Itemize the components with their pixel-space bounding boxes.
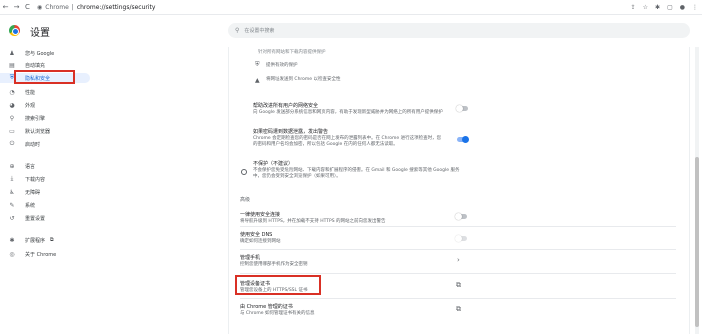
globe-icon: ⊕ xyxy=(9,162,15,170)
site-label: Chrome xyxy=(45,3,69,11)
improve-security-item: 帮助改进所有用户的网络安全 向 Google 发送部分系统信息和网页内容，有助于… xyxy=(253,103,443,115)
sidebar-item-accessibility[interactable]: ♿ 无障碍 xyxy=(0,187,90,197)
no-protection-option[interactable]: 不保护（不建议） 不会保护您免受危险网站、下载内容和扩展程序的侵害。在 Gmai… xyxy=(253,160,468,179)
protection-check-icon: ⛨ xyxy=(255,61,260,68)
sidebar: ♟ 您与 Google ▤ 自动填充 ⛨ 隐私和安全 ◔ 性能 ◕ 外观 ⚲ 搜索引擎 ▭ 默… xyxy=(0,47,100,334)
protection-bullet: 提供有效的保护 xyxy=(266,63,298,68)
menu-kebab-icon[interactable]: ⋮ xyxy=(692,4,698,11)
wrench-icon: ✎ xyxy=(9,201,15,209)
share-icon[interactable]: ⇪ xyxy=(631,4,636,11)
sidebar-item-autofill[interactable]: ▤ 自动填充 xyxy=(0,60,90,70)
sidebar-item-appearance[interactable]: ◕ 外观 xyxy=(0,100,90,110)
reload-button[interactable]: C xyxy=(22,3,33,11)
sidebar-item-search-engine[interactable]: ⚲ 搜索引擎 xyxy=(0,113,90,123)
scrollbar-thumb[interactable] xyxy=(695,157,699,327)
person-icon: ♟ xyxy=(9,49,15,57)
advanced-heading: 高级 xyxy=(240,197,251,203)
sidebar-item-system[interactable]: ✎ 系统 xyxy=(0,200,90,210)
external-link-icon: ⧉ xyxy=(50,237,54,243)
search-placeholder: 在设置中搜索 xyxy=(244,28,275,34)
browser-toolbar: ← → C ◉ Chrome | chrome://settings/secur… xyxy=(0,0,702,15)
palette-icon: ◕ xyxy=(9,101,15,109)
secure-dns-item: 使用安全 DNS 确定如何连接到网站 xyxy=(240,232,281,244)
https-only-item: 一律使用安全连接 将导航升级到 HTTPS，并在加载不支持 HTTPS 的网站之… xyxy=(240,212,386,224)
settings-search-input[interactable]: ⚲ 在设置中搜索 xyxy=(228,23,690,38)
external-link-icon[interactable]: ⧉ xyxy=(456,305,461,314)
sidebar-item-on-startup[interactable]: ⏻ 启动时 xyxy=(0,139,90,149)
bookmark-star-icon[interactable]: ☆ xyxy=(643,4,648,11)
address-bar[interactable]: ◉ Chrome | chrome://settings/security xyxy=(37,2,637,13)
profile-avatar-icon[interactable]: ● xyxy=(680,4,685,11)
truncated-text: 针对所有网站和下载内容提供保护 xyxy=(258,50,326,55)
forward-button[interactable]: → xyxy=(11,3,22,11)
side-panel-icon[interactable]: ▢ xyxy=(667,4,673,11)
url-text: chrome://settings/security xyxy=(76,3,156,11)
accessibility-icon: ♿ xyxy=(9,188,15,196)
clipboard-icon: ▤ xyxy=(9,61,15,69)
chrome-logo-icon xyxy=(9,25,20,36)
sidebar-item-performance[interactable]: ◔ 性能 xyxy=(0,87,90,97)
highlight-box-sidebar xyxy=(14,70,75,84)
https-only-toggle[interactable] xyxy=(455,213,467,220)
page-title: 设置 xyxy=(30,28,50,39)
reset-icon: ↺ xyxy=(9,214,15,222)
site-info-icon[interactable]: ◉ xyxy=(37,4,42,11)
sidebar-item-reset[interactable]: ↺ 重置设置 xyxy=(0,213,90,223)
sidebar-item-languages[interactable]: ⊕ 语言 xyxy=(0,161,90,171)
search-icon: ⚲ xyxy=(235,27,240,34)
back-button[interactable]: ← xyxy=(0,3,11,11)
settings-header: 设置 ⚲ 在设置中搜索 xyxy=(0,15,702,47)
improve-security-toggle[interactable] xyxy=(456,105,468,112)
url-check-icon: ▲ xyxy=(255,77,260,84)
puzzle-icon: ✱ xyxy=(9,236,15,244)
sidebar-item-about-chrome[interactable]: ◎ 关于 Chrome xyxy=(0,249,90,259)
power-icon: ⏻ xyxy=(9,140,15,147)
download-icon: ⤓ xyxy=(10,175,14,182)
chrome-icon: ◎ xyxy=(9,250,15,258)
page-scrollbar[interactable] xyxy=(695,47,699,334)
sidebar-item-you-and-google[interactable]: ♟ 您与 Google xyxy=(0,48,90,58)
password-leak-item: 如果密码遭到数据泄露，发出警告 Chrome 会定期检查您的密码是否在网上发布的… xyxy=(253,129,442,147)
password-leak-toggle[interactable] xyxy=(457,136,469,143)
sidebar-item-extensions[interactable]: ✱ 扩展程序 ⧉ xyxy=(0,235,90,245)
external-link-icon[interactable]: ⧉ xyxy=(456,281,461,290)
sidebar-item-default-browser[interactable]: ▭ 默认浏览器 xyxy=(0,126,90,136)
toolbar-actions: ⇪ ☆ ✱ ▢ ● ⋮ xyxy=(631,0,698,15)
search-icon: ⚲ xyxy=(9,114,15,122)
no-protection-radio[interactable] xyxy=(241,169,247,175)
url-check-bullet: 将网址发送到 Chrome 以检查安全性 xyxy=(266,77,341,82)
highlight-box-certificates xyxy=(235,275,321,295)
secure-dns-toggle[interactable] xyxy=(455,235,467,242)
sidebar-item-downloads[interactable]: ⤓ 下载内容 xyxy=(0,174,90,184)
chrome-certificates-item[interactable]: 由 Chrome 管理的证书 与 Chrome 如何管理证书有关的信息 xyxy=(240,303,450,316)
chevron-right-icon[interactable]: › xyxy=(457,256,460,264)
speed-icon: ◔ xyxy=(9,88,15,96)
browser-icon: ▭ xyxy=(9,127,15,135)
manage-phones-item[interactable]: 管理手机 控制您使用哪部手机作为安全密钥 xyxy=(240,254,450,267)
extensions-puzzle-icon[interactable]: ✱ xyxy=(655,4,660,11)
